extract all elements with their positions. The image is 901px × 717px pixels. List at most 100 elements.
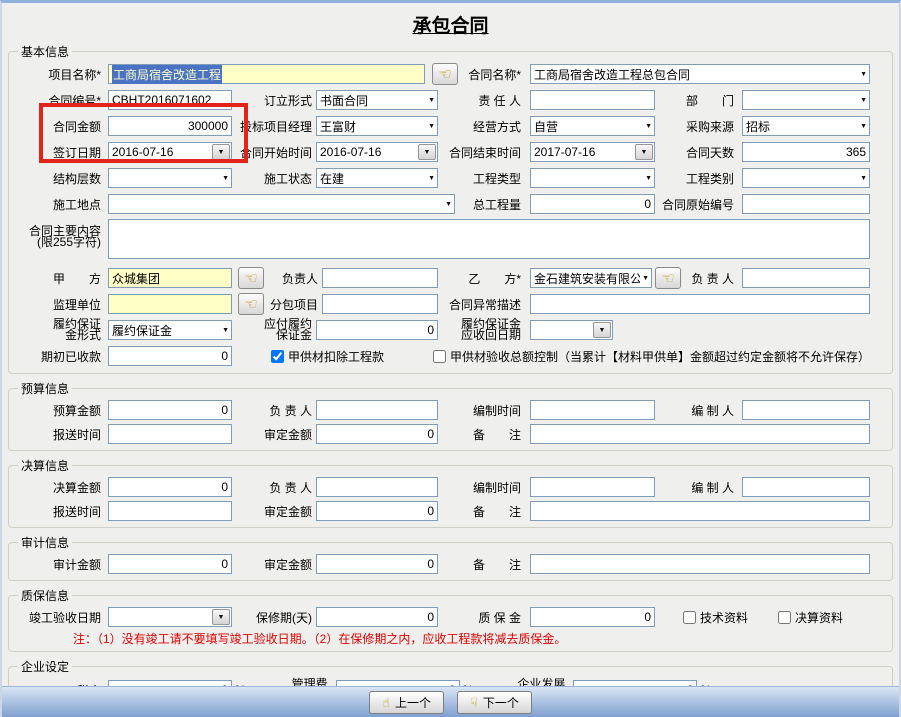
end-date-dropdown-button[interactable]: ▼: [635, 144, 653, 160]
dropdown-arrow-icon: ▼: [428, 175, 435, 182]
audit-amount-input[interactable]: [108, 554, 232, 574]
bond-payable-input[interactable]: [316, 320, 438, 340]
sign-date-dropdown-button[interactable]: ▼: [212, 144, 230, 160]
party-b-combo[interactable]: 金石建筑安装有限公司▼: [530, 268, 652, 288]
accept-date-picker[interactable]: ▼: [108, 607, 232, 627]
abnormal-input[interactable]: [530, 294, 870, 314]
main-content-textarea[interactable]: [108, 219, 870, 259]
settlement-submit-time-input[interactable]: [108, 501, 232, 521]
budget-amount-label: 预算金额: [9, 402, 105, 419]
hand-down-icon: ☟: [470, 696, 478, 709]
hand-pointer-icon: ☜: [244, 271, 257, 286]
row-dates: 签订日期 ▼ 合同开始时间 ▼ 合同结束时间 ▼ 合同天数: [9, 139, 892, 165]
deduct-material-checkbox[interactable]: [271, 350, 284, 363]
pick-party-b-button[interactable]: ☜: [655, 267, 681, 289]
end-date-label: 合同结束时间: [438, 144, 525, 161]
bond-return-dropdown-button[interactable]: ▼: [593, 322, 611, 338]
contract-no-input[interactable]: [108, 90, 232, 110]
section-warranty-legend: 质保信息: [18, 587, 72, 604]
row-budget-2: 报送时间 审定金额 备 注: [9, 422, 892, 446]
material-control-checkbox[interactable]: [433, 350, 446, 363]
project-name-input[interactable]: 工商局宿舍改造工程: [108, 64, 425, 84]
dropdown-arrow-icon: ▼: [428, 123, 435, 130]
structure-floors-combo[interactable]: ▼: [108, 168, 232, 188]
start-date-label: 合同开始时间: [232, 144, 316, 161]
warranty-period-input[interactable]: [316, 607, 438, 627]
build-status-combo[interactable]: 在建▼: [316, 168, 438, 188]
amount-input[interactable]: [108, 116, 232, 136]
form-type-combo[interactable]: 书面合同▼: [316, 90, 438, 110]
deduct-material-checkbox-field[interactable]: 甲供材扣除工程款: [271, 348, 384, 365]
dropdown-arrow-icon: ▼: [641, 149, 648, 156]
days-label: 合同天数: [655, 144, 738, 161]
initial-received-input[interactable]: [108, 346, 232, 366]
budget-approved-input[interactable]: [316, 424, 438, 444]
settlement-compile-time-input[interactable]: [530, 477, 655, 497]
purchase-source-combo[interactable]: 招标▼: [742, 116, 870, 136]
settlement-amount-label: 决算金额: [9, 479, 105, 496]
settlement-compiler-input[interactable]: [742, 477, 870, 497]
dropdown-arrow-icon: ▼: [860, 97, 867, 104]
bond-return-date-picker[interactable]: ▼: [530, 320, 613, 340]
final-docs-checkbox-label: 决算资料: [795, 609, 843, 626]
accept-date-dropdown-button[interactable]: ▼: [212, 609, 230, 625]
budget-compile-time-input[interactable]: [530, 400, 655, 420]
final-docs-checkbox[interactable]: [778, 611, 791, 624]
budget-manager-input[interactable]: [316, 400, 438, 420]
settlement-remark-input[interactable]: [530, 501, 870, 521]
next-button[interactable]: ☟ 下一个: [457, 691, 532, 714]
budget-compiler-input[interactable]: [742, 400, 870, 420]
project-type-label: 工程类型: [438, 170, 525, 187]
pick-party-a-button[interactable]: ☜: [238, 267, 264, 289]
audit-remark-input[interactable]: [530, 554, 870, 574]
audit-amount-label: 审计金额: [9, 556, 105, 573]
subproject-input[interactable]: [322, 294, 438, 314]
previous-button[interactable]: ☝ 上一个: [369, 691, 444, 714]
party-a-mgr-input[interactable]: [322, 268, 438, 288]
location-combo[interactable]: ▼: [108, 194, 455, 214]
bottom-toolbar: ☝ 上一个 ☟ 下一个: [2, 686, 899, 717]
section-budget-legend: 预算信息: [18, 380, 72, 397]
dropdown-arrow-icon: ▼: [645, 175, 652, 182]
pick-supervisor-button[interactable]: ☜: [238, 293, 264, 315]
supervisor-input[interactable]: [108, 294, 232, 314]
dropdown-arrow-icon: ▼: [218, 149, 225, 156]
start-date-picker[interactable]: ▼: [316, 142, 438, 162]
settlement-approved-input[interactable]: [316, 501, 438, 521]
material-control-checkbox-field[interactable]: 甲供材验收总额控制（当累计【材料甲供单】金额超过约定金额将不允许保存）: [433, 348, 870, 365]
budget-submit-time-input[interactable]: [108, 424, 232, 444]
section-audit-legend: 审计信息: [18, 534, 72, 551]
budget-amount-input[interactable]: [108, 400, 232, 420]
budget-remark-input[interactable]: [530, 424, 870, 444]
days-input[interactable]: [742, 142, 870, 162]
sign-date-picker[interactable]: ▼: [108, 142, 232, 162]
structure-floors-label: 结构层数: [9, 170, 105, 187]
final-docs-checkbox-field[interactable]: 决算资料: [778, 609, 843, 626]
dropdown-arrow-icon: ▼: [860, 123, 867, 130]
settlement-amount-input[interactable]: [108, 477, 232, 497]
responsible-input[interactable]: [530, 90, 655, 110]
settlement-manager-input[interactable]: [316, 477, 438, 497]
start-date-dropdown-button[interactable]: ▼: [418, 144, 436, 160]
end-date-picker[interactable]: ▼: [530, 142, 655, 162]
operate-mode-combo[interactable]: 自营▼: [530, 116, 655, 136]
audit-approved-input[interactable]: [316, 554, 438, 574]
hand-pointer-icon: ☜: [438, 67, 451, 82]
project-class-combo[interactable]: ▼: [742, 168, 870, 188]
tech-docs-checkbox-field[interactable]: 技术资料: [683, 609, 748, 626]
tech-docs-checkbox[interactable]: [683, 611, 696, 624]
party-a-input[interactable]: [108, 268, 232, 288]
dropdown-arrow-icon: ▼: [860, 71, 867, 78]
pick-project-button[interactable]: ☜: [432, 63, 458, 85]
budget-approved-label: 审定金额: [232, 426, 316, 443]
department-combo[interactable]: ▼: [742, 90, 870, 110]
dropdown-arrow-icon: ▼: [428, 97, 435, 104]
original-no-input[interactable]: [742, 194, 870, 214]
bond-form-combo[interactable]: 履约保证金▼: [108, 320, 232, 340]
project-type-combo[interactable]: ▼: [530, 168, 655, 188]
bid-manager-combo[interactable]: 王富财▼: [316, 116, 438, 136]
contract-name-combo[interactable]: 工商局宿舍改造工程总包合同▼: [530, 64, 870, 84]
retention-input[interactable]: [530, 607, 655, 627]
party-b-mgr-input[interactable]: [742, 268, 870, 288]
total-quantity-input[interactable]: [530, 194, 655, 214]
